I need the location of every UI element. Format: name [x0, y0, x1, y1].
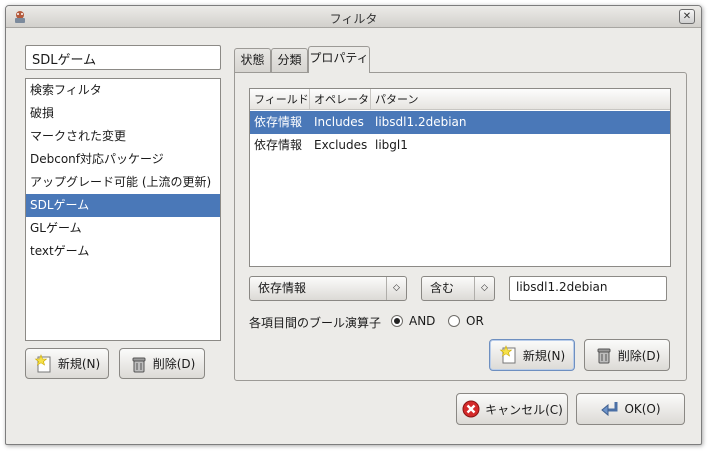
filter-name-input[interactable]: SDLゲーム: [25, 45, 221, 70]
trash-icon: [132, 357, 146, 372]
pattern-input[interactable]: libsdl1.2debian: [509, 276, 667, 301]
field-combo[interactable]: 依存情報 ◇: [249, 276, 407, 301]
cell-field: 依存情報: [254, 138, 303, 152]
cancel-label: キャンセル(C): [485, 402, 563, 417]
filter-list-item-selected[interactable]: SDLゲーム: [26, 194, 220, 217]
window-title: フィルタ: [329, 12, 378, 26]
filter-list-item[interactable]: アップグレード可能 (上流の更新): [26, 171, 220, 194]
filter-list-item[interactable]: textゲーム: [26, 240, 220, 263]
filter-list[interactable]: 検索フィルタ 破損 マークされた変更 Debconf対応パッケージ アップグレー…: [25, 78, 221, 341]
filter-delete-button[interactable]: 削除(D): [119, 348, 205, 379]
updown-arrow-icon: ◇: [474, 277, 494, 300]
tab-category[interactable]: 分類: [271, 48, 308, 73]
ok-label: OK(O): [624, 402, 661, 416]
or-radio[interactable]: [448, 315, 460, 327]
or-label[interactable]: OR: [466, 314, 484, 328]
cell-pattern: libsdl1.2debian: [375, 115, 467, 129]
field-combo-value: 依存情報: [258, 281, 307, 295]
filter-list-item[interactable]: Debconf対応パッケージ: [26, 148, 220, 171]
property-delete-button[interactable]: 削除(D): [584, 339, 670, 371]
filter-new-label: 新規(N): [57, 357, 101, 371]
filter-list-item[interactable]: 検索フィルタ: [26, 79, 220, 102]
property-new-button[interactable]: 新規(N): [489, 339, 575, 371]
table-row[interactable]: 依存情報 Excludes libgl1: [250, 134, 670, 157]
cell-pattern: libgl1: [375, 138, 408, 152]
column-header-operator[interactable]: オペレータ: [310, 89, 371, 110]
new-icon: [34, 353, 51, 372]
and-label[interactable]: AND: [409, 314, 435, 328]
updown-arrow-icon: ◇: [386, 277, 406, 300]
new-icon: [499, 345, 516, 364]
operator-combo[interactable]: 含む ◇: [421, 276, 495, 301]
filter-list-item[interactable]: GLゲーム: [26, 217, 220, 240]
property-table[interactable]: フィールド オペレータ パターン 依存情報 Includes libsdl1.2…: [249, 88, 671, 267]
properties-panel: フィールド オペレータ パターン 依存情報 Includes libsdl1.2…: [234, 72, 687, 381]
table-header: フィールド オペレータ パターン: [250, 89, 670, 110]
filter-delete-label: 削除(D): [152, 357, 196, 371]
filter-new-button[interactable]: 新規(N): [25, 348, 109, 379]
filter-list-item[interactable]: マークされた変更: [26, 125, 220, 148]
ok-arrow-icon: [601, 402, 618, 417]
titlebar: フィルタ ✕: [6, 6, 701, 28]
column-header-pattern[interactable]: パターン: [371, 89, 672, 110]
close-button[interactable]: ✕: [679, 9, 695, 24]
ok-button[interactable]: OK(O): [576, 393, 685, 425]
cell-operator: Includes: [314, 115, 364, 129]
close-icon: ✕: [682, 11, 692, 22]
tab-state[interactable]: 状態: [234, 48, 271, 73]
filter-dialog: フィルタ ✕ SDLゲーム 検索フィルタ 破損 マークされた変更 Debconf…: [5, 5, 702, 445]
and-radio[interactable]: [391, 315, 403, 327]
bool-operator-label: 各項目間のブール演算子: [249, 316, 382, 330]
property-new-label: 新規(N): [522, 348, 566, 363]
tab-properties[interactable]: プロパティ: [308, 46, 370, 73]
property-delete-label: 削除(D): [617, 348, 661, 363]
table-row-selected[interactable]: 依存情報 Includes libsdl1.2debian: [250, 111, 670, 134]
cell-field: 依存情報: [254, 115, 303, 129]
filter-list-item[interactable]: 破損: [26, 102, 220, 125]
cancel-button[interactable]: キャンセル(C): [456, 393, 568, 425]
operator-combo-value: 含む: [430, 281, 455, 295]
column-header-field[interactable]: フィールド: [250, 89, 310, 110]
cell-operator: Excludes: [314, 138, 368, 152]
cancel-icon: [462, 400, 480, 418]
trash-icon: [597, 348, 611, 364]
